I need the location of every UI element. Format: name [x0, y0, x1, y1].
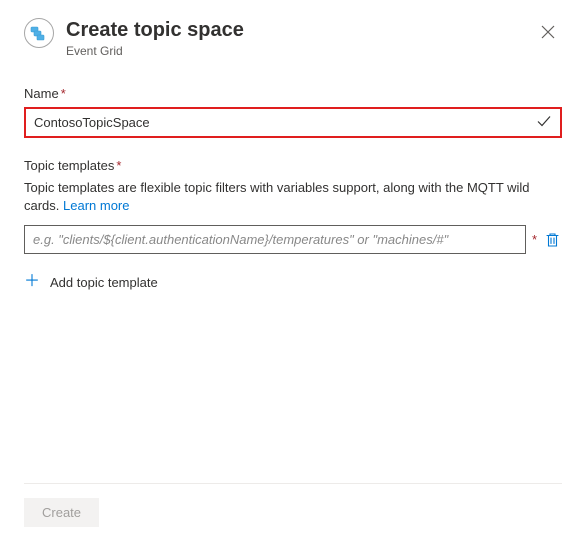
- required-indicator: *: [61, 86, 66, 101]
- delete-template-button[interactable]: [543, 230, 562, 250]
- required-indicator: *: [116, 158, 121, 173]
- topic-templates-label: Topic templates*: [24, 158, 562, 173]
- add-topic-template-button[interactable]: ＋ Add topic template: [24, 270, 158, 294]
- event-grid-icon: [24, 18, 54, 48]
- topic-template-row: *: [24, 225, 562, 254]
- check-icon: [536, 113, 552, 132]
- panel-title: Create topic space: [66, 18, 522, 42]
- close-button[interactable]: [534, 18, 562, 46]
- topic-templates-description: Topic templates are flexible topic filte…: [24, 179, 562, 215]
- panel-header: Create topic space Event Grid: [24, 18, 562, 58]
- close-icon: [541, 25, 555, 39]
- name-input[interactable]: [34, 115, 536, 130]
- name-input-container: [24, 107, 562, 138]
- name-label: Name*: [24, 86, 562, 101]
- trash-icon: [545, 232, 560, 248]
- add-topic-template-label: Add topic template: [50, 275, 158, 290]
- learn-more-link[interactable]: Learn more: [63, 198, 129, 213]
- plus-icon: ＋: [24, 274, 40, 290]
- topic-template-input[interactable]: [24, 225, 526, 254]
- required-indicator: *: [532, 232, 537, 247]
- panel-footer: Create: [24, 483, 562, 543]
- panel-subtitle: Event Grid: [66, 44, 522, 58]
- create-button[interactable]: Create: [24, 498, 99, 527]
